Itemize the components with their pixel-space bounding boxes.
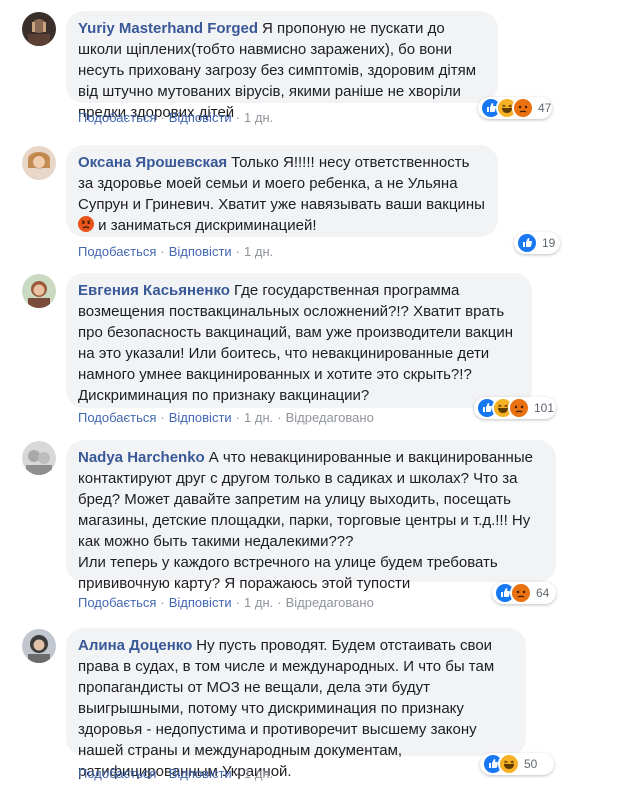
comment-text-end: и заниматься дискриминацией! xyxy=(94,217,317,234)
timestamp[interactable]: 1 дн. xyxy=(244,410,273,425)
avatar[interactable] xyxy=(22,629,56,663)
comment-bubble: Оксана Ярошевская Только Я!!!!! несу отве… xyxy=(66,145,498,237)
comment-bubble: Nadya Harchenko А что невакцинированные и… xyxy=(66,440,556,592)
edited-label[interactable]: Відредаговано xyxy=(286,595,374,610)
comment-bubble: Алина Доценко Ну пусть проводят. Будем от… xyxy=(66,628,526,780)
reply-link[interactable]: Відповісти xyxy=(169,766,232,781)
like-link[interactable]: Подобається xyxy=(78,110,156,125)
comment-text: Где государственная программа возмещения… xyxy=(78,282,514,404)
comment-actions: Подобається · Відповісти · 1 дн. · Відредагова… xyxy=(78,595,374,610)
timestamp[interactable]: 1 дн. xyxy=(244,595,273,610)
avatar[interactable] xyxy=(22,441,56,475)
haha-icon xyxy=(498,753,520,775)
avatar[interactable] xyxy=(22,146,56,180)
reply-link[interactable]: Відповісти xyxy=(169,595,232,610)
angry-icon xyxy=(508,397,530,419)
avatar[interactable] xyxy=(22,274,56,308)
comment-bubble: Евгения Касьяненко Где государственная пр… xyxy=(66,273,532,408)
timestamp[interactable]: 1 дн. xyxy=(244,766,273,781)
like-link[interactable]: Подобається xyxy=(78,595,156,610)
reply-link[interactable]: Відповісти xyxy=(169,410,232,425)
reactions-badge[interactable]: 101 xyxy=(474,397,556,419)
like-link[interactable]: Подобається xyxy=(78,410,156,425)
comment-text: Ну пусть проводят. Будем отстаивать свои… xyxy=(78,637,495,780)
author-name[interactable]: Nadya Harchenko xyxy=(78,449,205,466)
angry-face-emoji-icon xyxy=(78,216,94,232)
reactions-badge[interactable]: 47 xyxy=(478,97,552,119)
author-name[interactable]: Алина Доценко xyxy=(78,637,192,654)
reply-link[interactable]: Відповісти xyxy=(169,244,232,259)
like-link[interactable]: Подобається xyxy=(78,766,156,781)
timestamp[interactable]: 1 дн. xyxy=(244,244,273,259)
reaction-count: 50 xyxy=(524,757,538,771)
like-icon xyxy=(516,232,538,254)
reaction-count: 19 xyxy=(542,236,556,250)
comment-actions: Подобається · Відповісти · 1 дн. xyxy=(78,244,274,259)
timestamp[interactable]: 1 дн. xyxy=(244,110,273,125)
comment-bubble: Yuriy Masterhand Forged Я пропоную не пус… xyxy=(66,11,498,121)
reactions-badge[interactable]: 50 xyxy=(480,753,554,775)
reactions-badge[interactable]: 64 xyxy=(492,582,556,604)
reaction-count: 101 xyxy=(534,401,555,415)
author-name[interactable]: Yuriy Masterhand Forged xyxy=(78,20,258,37)
angry-icon xyxy=(512,97,534,119)
reactions-badge[interactable]: 19 xyxy=(514,232,560,254)
like-link[interactable]: Подобається xyxy=(78,244,156,259)
reaction-count: 47 xyxy=(538,101,552,115)
edited-label[interactable]: Відредаговано xyxy=(286,410,374,425)
comment-actions: Подобається · Відповісти · 1 дн. xyxy=(78,766,274,781)
author-name[interactable]: Оксана Ярошевская xyxy=(78,154,227,171)
author-name[interactable]: Евгения Касьяненко xyxy=(78,282,230,299)
angry-icon xyxy=(510,582,532,604)
reaction-count: 64 xyxy=(536,586,550,600)
comment-actions: Подобається · Відповісти · 1 дн. xyxy=(78,110,274,125)
comment-text-line2: Или теперь у каждого встречного на улице… xyxy=(78,554,498,592)
avatar[interactable] xyxy=(22,12,56,46)
comment-actions: Подобається · Відповісти · 1 дн. · Відредагова… xyxy=(78,410,374,425)
reply-link[interactable]: Відповісти xyxy=(169,110,232,125)
